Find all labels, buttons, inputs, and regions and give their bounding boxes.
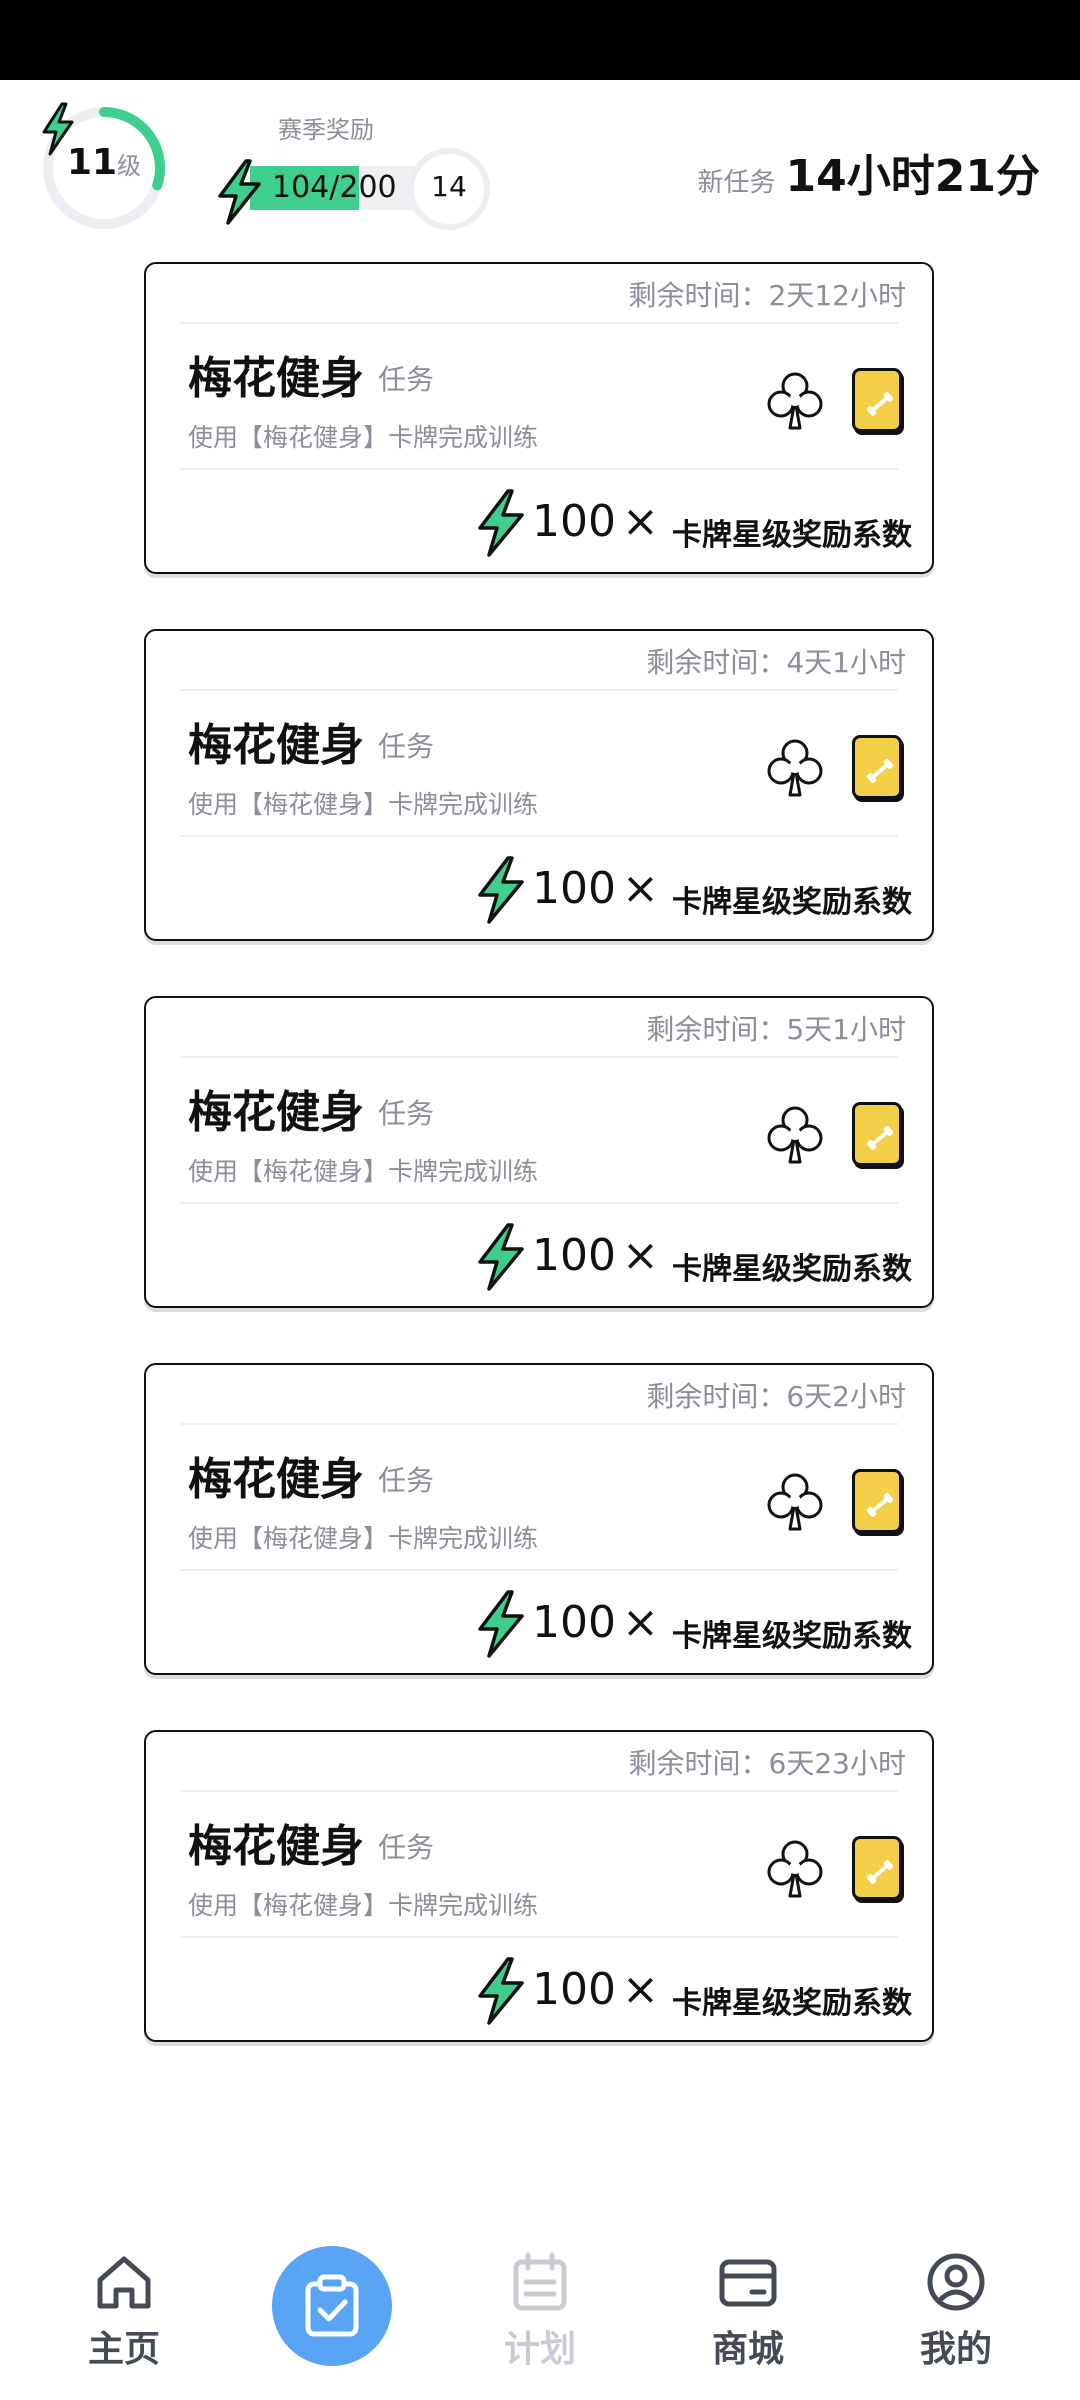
divider [180, 689, 898, 691]
task-description: 使用【梅花健身】卡牌完成训练 [188, 1524, 539, 1553]
remaining-time: 剩余时间：5天1小时 [646, 1013, 906, 1046]
task-subtitle: 任务 [378, 1831, 435, 1864]
task-subtitle: 任务 [378, 1097, 435, 1130]
task-subtitle: 任务 [378, 1464, 435, 1497]
calendar-icon [513, 2252, 567, 2311]
new-task-timer: 新任务 14小时21分 [698, 140, 1040, 204]
new-task-label: 新任务 [697, 168, 776, 198]
task-description: 使用【梅花健身】卡牌完成训练 [188, 1157, 539, 1186]
task-subtitle: 任务 [378, 730, 435, 763]
lightning-bolt-icon [218, 159, 261, 225]
lightning-bolt-icon [478, 1957, 524, 2025]
divider [180, 1056, 898, 1058]
reward-amount: 100 [532, 1964, 616, 2015]
nav-shop-label: 商城 [711, 2329, 784, 2370]
task-description: 使用【梅花健身】卡牌完成训练 [188, 790, 539, 819]
remaining-time: 剩余时间：6天2小时 [646, 1380, 906, 1413]
season-reward-label: 赛季奖励 [278, 116, 374, 144]
fitness-card-thumbnail[interactable] [852, 1469, 902, 1533]
fitness-card-thumbnail[interactable] [852, 735, 902, 799]
fitness-card-thumbnail[interactable] [852, 1102, 902, 1166]
divider [180, 835, 898, 837]
dumbbell-icon [866, 391, 894, 417]
divider [180, 322, 898, 324]
remaining-time: 剩余时间：4天1小时 [646, 646, 906, 679]
season-progress-text: 104/200 [272, 170, 397, 205]
nav-tasks[interactable] [272, 2246, 392, 2366]
task-description: 使用【梅花健身】卡牌完成训练 [188, 1891, 539, 1920]
dumbbell-icon [866, 1859, 894, 1885]
task-title: 梅花健身 [188, 1454, 364, 1505]
remaining-time: 剩余时间：6天23小时 [628, 1747, 906, 1780]
divider [180, 468, 898, 470]
task-title: 梅花健身 [188, 720, 364, 771]
club-suit-icon [767, 739, 823, 797]
new-task-countdown: 14小时21分 [785, 151, 1040, 202]
multiply-sign: × [622, 1964, 659, 2015]
task-subtitle: 任务 [378, 363, 435, 396]
reward-coefficient-label: 卡牌星级奖励系数 [672, 1986, 912, 2021]
task-description: 使用【梅花健身】卡牌完成训练 [188, 423, 539, 452]
multiply-sign: × [622, 1230, 659, 1281]
nav-home[interactable]: 主页 [54, 2250, 194, 2390]
divider [180, 1202, 898, 1204]
reward-coefficient-label: 卡牌星级奖励系数 [672, 518, 912, 553]
fitness-card-thumbnail[interactable] [852, 368, 902, 432]
home-icon [97, 2256, 151, 2309]
level-badge[interactable]: 11级 [38, 102, 170, 234]
task-title: 梅花健身 [188, 1821, 364, 1872]
header: 11级 赛季奖励 104/200 14 新任务 14小时21分 [0, 80, 1080, 250]
task-title: 梅花健身 [188, 1087, 364, 1138]
lightning-bolt-icon [42, 102, 74, 156]
task-card[interactable]: 剩余时间：6天2小时 梅花健身 任务 使用【梅花健身】卡牌完成训练 100 × … [144, 1363, 934, 1675]
task-title: 梅花健身 [188, 353, 364, 404]
task-card[interactable]: 剩余时间：6天23小时 梅花健身 任务 使用【梅花健身】卡牌完成训练 100 ×… [144, 1730, 934, 2042]
divider [180, 1790, 898, 1792]
level-unit: 级 [117, 152, 142, 180]
user-circle-icon [927, 2253, 985, 2311]
task-card[interactable]: 剩余时间：2天12小时 梅花健身 任务 使用【梅花健身】卡牌完成训练 100 ×… [144, 262, 934, 574]
dumbbell-icon [866, 758, 894, 784]
remaining-time: 剩余时间：2天12小时 [628, 279, 906, 312]
lightning-bolt-icon [478, 1590, 524, 1658]
clipboard-check-icon [305, 2274, 359, 2337]
wallet-icon [719, 2259, 777, 2307]
divider [180, 1423, 898, 1425]
multiply-sign: × [622, 1597, 659, 1648]
club-suit-icon [767, 1106, 823, 1164]
dumbbell-icon [866, 1125, 894, 1151]
reward-amount: 100 [532, 1230, 616, 1281]
nav-mine[interactable]: 我的 [886, 2250, 1026, 2390]
lightning-bolt-icon [478, 1223, 524, 1291]
reward-coefficient-label: 卡牌星级奖励系数 [672, 1619, 912, 1654]
club-suit-icon [767, 372, 823, 430]
reward-amount: 100 [532, 496, 616, 547]
multiply-sign: × [622, 863, 659, 914]
reward-coefficient-label: 卡牌星级奖励系数 [672, 1252, 912, 1287]
nav-mine-label: 我的 [919, 2329, 992, 2370]
lightning-bolt-icon [478, 856, 524, 924]
divider [180, 1936, 898, 1938]
fitness-card-thumbnail[interactable] [852, 1836, 902, 1900]
status-bar [0, 0, 1080, 80]
nav-home-label: 主页 [87, 2329, 160, 2370]
reward-amount: 100 [532, 863, 616, 914]
reward-coefficient-label: 卡牌星级奖励系数 [672, 885, 912, 920]
bottom-nav: 主页 计划 商城 我的 [0, 2230, 1080, 2400]
nav-plan-label: 计划 [503, 2329, 576, 2370]
task-card[interactable]: 剩余时间：5天1小时 梅花健身 任务 使用【梅花健身】卡牌完成训练 100 × … [144, 996, 934, 1308]
lightning-bolt-icon [478, 489, 524, 557]
nav-plan[interactable]: 计划 [470, 2250, 610, 2390]
reward-amount: 100 [532, 1597, 616, 1648]
season-reward[interactable]: 赛季奖励 104/200 14 [212, 104, 492, 234]
season-next-level: 14 [431, 170, 467, 203]
divider [180, 1569, 898, 1571]
dumbbell-icon [866, 1492, 894, 1518]
club-suit-icon [767, 1473, 823, 1531]
nav-shop[interactable]: 商城 [678, 2250, 818, 2390]
club-suit-icon [767, 1840, 823, 1898]
task-card[interactable]: 剩余时间：4天1小时 梅花健身 任务 使用【梅花健身】卡牌完成训练 100 × … [144, 629, 934, 941]
multiply-sign: × [622, 496, 659, 547]
